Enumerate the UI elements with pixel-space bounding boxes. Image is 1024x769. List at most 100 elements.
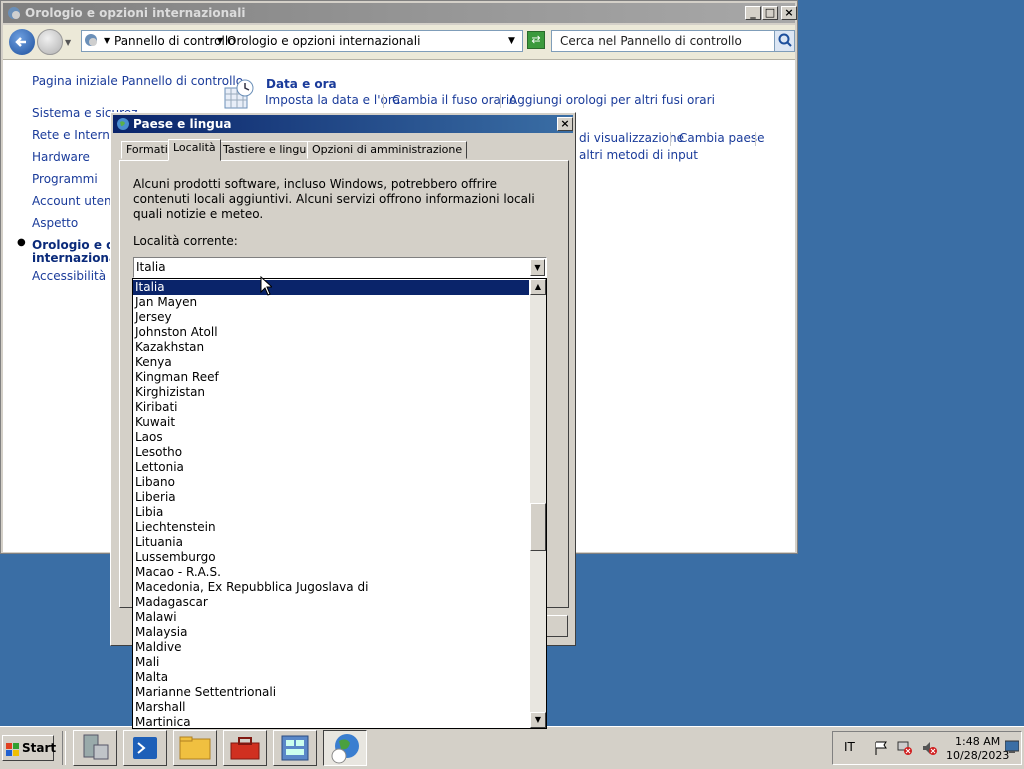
chevron-down-icon[interactable]: ▼: [65, 38, 71, 47]
start-button[interactable]: Start: [2, 735, 57, 761]
network-error-icon[interactable]: [897, 740, 913, 756]
list-item[interactable]: Malta: [133, 670, 529, 685]
tab-administrative[interactable]: Opzioni di amministrazione: [307, 141, 468, 159]
location-dropdown-list[interactable]: Italia Jan Mayen Jersey Johnston Atoll Kazak…: [132, 278, 547, 729]
taskbar-server-manager[interactable]: [73, 730, 117, 766]
list-item[interactable]: Macao - R.A.S.: [133, 565, 529, 580]
refresh-button[interactable]: ⇄: [527, 31, 545, 49]
set-date-time-link[interactable]: Imposta la data e l'ora: [265, 93, 400, 107]
list-item[interactable]: Martinica: [133, 715, 529, 728]
address-dropdown-icon[interactable]: ▼: [508, 31, 515, 51]
nav-item-programs[interactable]: Programmi: [32, 172, 98, 186]
language-indicator[interactable]: IT: [844, 740, 855, 754]
nav-item-hardware[interactable]: Hardware: [32, 150, 90, 164]
globe-icon: [116, 117, 130, 131]
list-item[interactable]: Marshall: [133, 700, 529, 715]
close-button[interactable]: ×: [781, 6, 797, 20]
list-item[interactable]: Kirghizistan: [133, 385, 529, 400]
list-item[interactable]: Marianne Settentrionali: [133, 685, 529, 700]
powershell-icon: [133, 737, 157, 759]
list-item[interactable]: Italia: [133, 280, 529, 295]
add-clocks-link[interactable]: Aggiungi orologi per altri fusi orari: [509, 93, 715, 107]
taskbar-control-panel[interactable]: [273, 730, 317, 766]
taskbar-powershell[interactable]: [123, 730, 167, 766]
date-time-heading[interactable]: Data e ora: [266, 77, 337, 91]
list-item[interactable]: Lettonia: [133, 460, 529, 475]
taskbar-toolbox[interactable]: [223, 730, 267, 766]
show-desktop-icon[interactable]: [1004, 740, 1020, 754]
scroll-thumb[interactable]: [530, 503, 546, 551]
clock-time[interactable]: 1:48 AM: [955, 735, 1000, 748]
list-item[interactable]: Malaysia: [133, 625, 529, 640]
tab-keyboards-languages[interactable]: Tastiere e lingue: [218, 141, 319, 159]
windows-logo-icon: [6, 741, 20, 756]
list-item[interactable]: Malawi: [133, 610, 529, 625]
list-item[interactable]: Libia: [133, 505, 529, 520]
list-item[interactable]: Kiribati: [133, 400, 529, 415]
list-item[interactable]: Maldive: [133, 640, 529, 655]
divider: [500, 94, 501, 108]
change-display-link[interactable]: di visualizzazione: [579, 131, 684, 145]
list-item[interactable]: Kingman Reef: [133, 370, 529, 385]
nav-item-accessibility[interactable]: Accessibilità: [32, 269, 106, 283]
list-item[interactable]: Kuwait: [133, 415, 529, 430]
search-icon[interactable]: [774, 31, 794, 51]
start-label: Start: [22, 741, 57, 755]
dialog-titlebar[interactable]: Paese e lingua ×: [113, 115, 573, 133]
tab-formats[interactable]: Formati: [121, 141, 173, 159]
breadcrumb-clock-region[interactable]: Orologio e opzioni internazionali: [227, 31, 420, 51]
nav-item-network-internet[interactable]: Rete e Internet: [32, 128, 122, 142]
breadcrumb-separator-icon[interactable]: ▼: [104, 31, 110, 51]
dialog-close-button[interactable]: ×: [557, 117, 573, 131]
taskbar-region-globe[interactable]: [323, 730, 367, 766]
change-time-zone-link[interactable]: Cambia il fuso orario: [392, 93, 517, 107]
list-item[interactable]: Lesotho: [133, 445, 529, 460]
system-tray: IT 1:48 AM 10/28/2023: [832, 731, 1022, 765]
tab-location[interactable]: Località: [168, 139, 221, 161]
control-panel-icon: [281, 735, 309, 761]
flag-icon[interactable]: [873, 740, 889, 756]
change-location-link[interactable]: Cambia paese: [679, 131, 765, 145]
breadcrumb-separator-icon[interactable]: ▼: [217, 31, 223, 51]
address-toolbar: ▼ ▼ Pannello di controllo ▼ Orologio e o…: [3, 25, 795, 60]
divider: [383, 94, 384, 108]
forward-button[interactable]: [37, 29, 63, 55]
server-manager-icon: [83, 734, 109, 760]
list-item[interactable]: Liechtenstein: [133, 520, 529, 535]
list-item[interactable]: Macedonia, Ex Repubblica Jugoslava di: [133, 580, 529, 595]
input-methods-link[interactable]: altri metodi di input: [579, 148, 698, 162]
current-location-combobox[interactable]: Italia ▼: [133, 257, 547, 278]
window-titlebar[interactable]: Orologio e opzioni internazionali _ □ ×: [3, 3, 797, 23]
list-item[interactable]: Mali: [133, 655, 529, 670]
window-title: Orologio e opzioni internazionali: [25, 6, 246, 20]
list-item[interactable]: Kazakhstan: [133, 340, 529, 355]
list-item[interactable]: Madagascar: [133, 595, 529, 610]
toolbox-icon: [230, 737, 260, 760]
nav-home-link[interactable]: Pagina iniziale Pannello di controllo: [32, 74, 243, 88]
list-item[interactable]: Kenya: [133, 355, 529, 370]
scroll-up-icon[interactable]: ▲: [530, 279, 546, 295]
nav-item-appearance[interactable]: Aspetto: [32, 216, 78, 230]
minimize-button[interactable]: _: [745, 6, 761, 20]
search-input[interactable]: Cerca nel Pannello di controllo: [551, 30, 795, 52]
mouse-cursor-icon: [260, 275, 274, 299]
list-item[interactable]: Jan Mayen: [133, 295, 529, 310]
list-item[interactable]: Lituania: [133, 535, 529, 550]
list-item[interactable]: Laos: [133, 430, 529, 445]
maximize-button[interactable]: □: [762, 6, 778, 20]
scroll-down-icon[interactable]: ▼: [530, 712, 546, 728]
list-item[interactable]: Jersey: [133, 310, 529, 325]
clock-date[interactable]: 10/28/2023: [946, 749, 1009, 762]
address-bar[interactable]: ▼ Pannello di controllo ▼ Orologio e opz…: [81, 30, 523, 52]
divider: [62, 731, 66, 765]
taskbar-explorer[interactable]: [173, 730, 217, 766]
combobox-dropdown-icon[interactable]: ▼: [530, 259, 545, 276]
volume-muted-icon[interactable]: [921, 740, 937, 756]
back-button[interactable]: [9, 29, 35, 55]
list-item[interactable]: Libano: [133, 475, 529, 490]
divider: [670, 132, 671, 146]
list-item[interactable]: Liberia: [133, 490, 529, 505]
list-scrollbar[interactable]: ▲ ▼: [530, 279, 546, 728]
list-item[interactable]: Johnston Atoll: [133, 325, 529, 340]
list-item[interactable]: Lussemburgo: [133, 550, 529, 565]
